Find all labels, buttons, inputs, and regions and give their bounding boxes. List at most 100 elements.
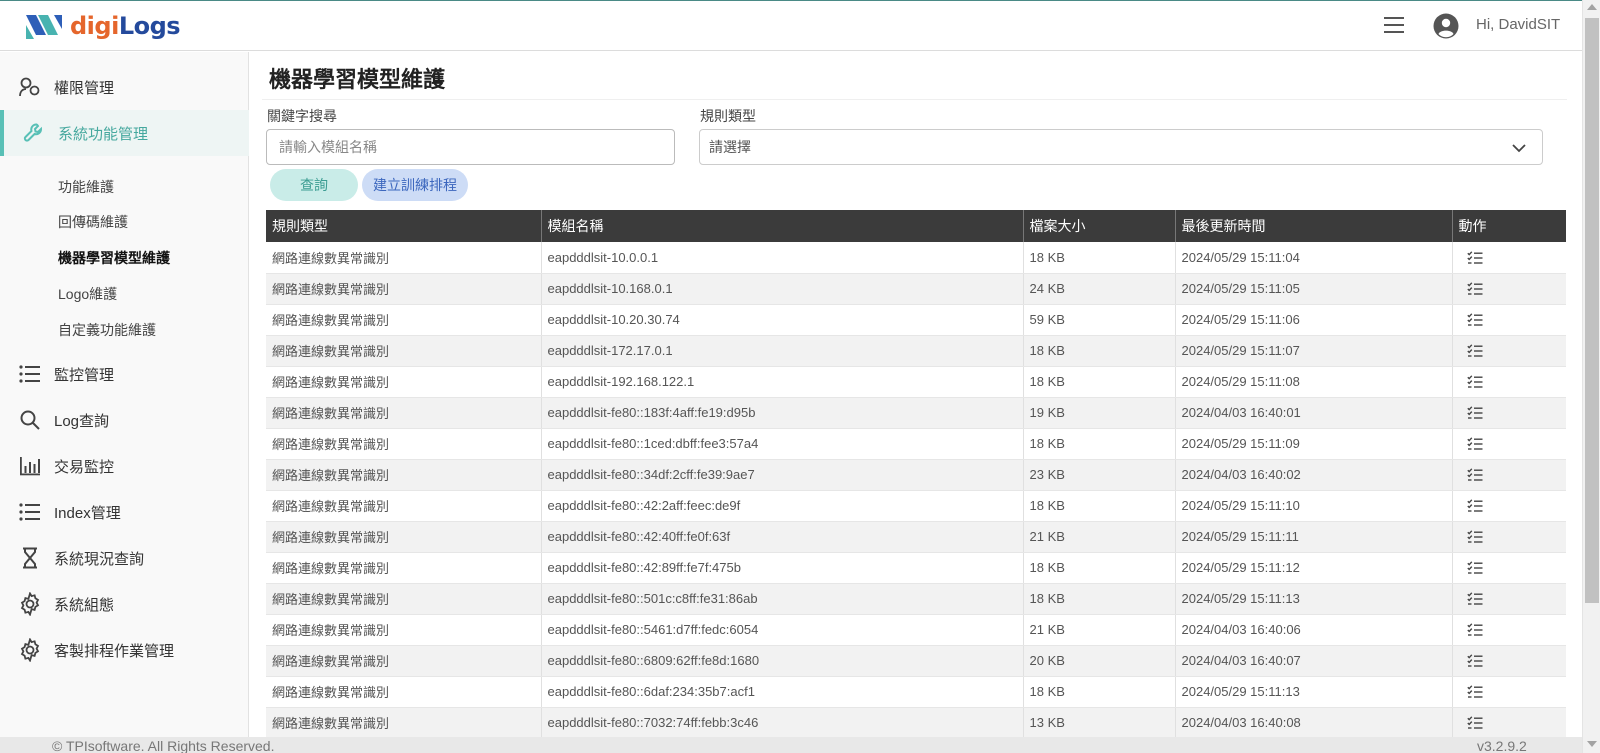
column-header-file-size[interactable]: 檔案大小 [1023, 210, 1176, 242]
checklist-icon[interactable] [1466, 499, 1483, 513]
cell-actions [1452, 428, 1566, 460]
table-row: 網路連線數異常識別 eapdddlsit-fe80::6809:62ff:fe8d… [266, 645, 1566, 677]
cell-rule-type: 網路連線數異常識別 [266, 614, 542, 646]
cell-last-updated: 2024/05/29 15:11:07 [1175, 335, 1453, 367]
cell-model-name: eapdddlsit-172.17.0.1 [541, 335, 1024, 367]
menu-toggle-icon[interactable] [1384, 17, 1404, 33]
checklist-icon[interactable] [1466, 623, 1483, 637]
cell-last-updated: 2024/05/29 15:11:12 [1175, 552, 1453, 584]
cell-last-updated: 2024/05/29 15:11:11 [1175, 521, 1453, 553]
model-table-container: 規則類型 模組名稱 檔案大小 最後更新時間 動作 網路連線數異常識別 eapddd… [266, 210, 1566, 737]
sub-item-custom-function[interactable]: 自定義功能維護 [58, 320, 156, 340]
cell-file-size: 18 KB [1023, 676, 1176, 708]
cell-last-updated: 2024/05/29 15:11:08 [1175, 366, 1453, 398]
checklist-icon[interactable] [1466, 344, 1483, 358]
checklist-icon[interactable] [1466, 654, 1483, 668]
table-row: 網路連線數異常識別 eapdddlsit-fe80::1ced:dbff:fee3… [266, 428, 1566, 460]
checklist-icon[interactable] [1466, 437, 1483, 451]
cell-last-updated: 2024/05/29 15:11:10 [1175, 490, 1453, 522]
footer: © TPIsoftware. All Rights Reserved. v3.2… [0, 737, 1582, 753]
sidebar-item-index[interactable]: Index管理 [0, 489, 249, 535]
cell-file-size: 18 KB [1023, 552, 1176, 584]
sidebar-item-system-functions[interactable]: 系統功能管理 [0, 110, 249, 156]
sidebar-item-monitoring[interactable]: 監控管理 [0, 351, 249, 397]
cell-model-name: eapdddlsit-fe80::5461:d7ff:fedc:6054 [541, 614, 1024, 646]
table-body: 網路連線數異常識別 eapdddlsit-10.0.0.1 18 KB 2024/05… [266, 242, 1566, 737]
cell-rule-type: 網路連線數異常識別 [266, 521, 542, 553]
sidebar-item-label: 交易監控 [54, 458, 115, 476]
column-header-last-updated[interactable]: 最後更新時間 [1175, 210, 1453, 242]
list-icon [19, 503, 40, 521]
sidebar-item-system-status[interactable]: 系統現況查詢 [0, 535, 249, 581]
page-scrollbar[interactable] [1582, 0, 1600, 753]
cell-actions [1452, 490, 1566, 522]
cell-last-updated: 2024/05/29 15:11:13 [1175, 583, 1453, 615]
checklist-icon[interactable] [1466, 375, 1483, 389]
cell-file-size: 21 KB [1023, 614, 1176, 646]
sub-item-logo[interactable]: Logo維護 [58, 284, 117, 304]
cell-rule-type: 網路連線數異常識別 [266, 676, 542, 708]
sidebar-item-custom-schedule[interactable]: 客製排程作業管理 [0, 627, 249, 673]
cell-model-name: eapdddlsit-10.0.0.1 [541, 242, 1024, 274]
sub-item-return-code[interactable]: 回傳碼維護 [58, 212, 128, 232]
column-header-model-name[interactable]: 模組名稱 [541, 210, 1024, 242]
logo[interactable]: digiLogs [24, 9, 181, 43]
scroll-down-arrow-icon[interactable] [1587, 741, 1597, 747]
logo-text: digiLogs [70, 12, 181, 40]
checklist-icon[interactable] [1466, 282, 1483, 296]
cell-model-name: eapdddlsit-fe80::501c:c8ff:fe31:86ab [541, 583, 1024, 615]
cell-last-updated: 2024/04/03 16:40:01 [1175, 397, 1453, 429]
rule-type-label: 規則類型 [700, 108, 756, 124]
sub-item-ml-model[interactable]: 機器學習模型維護 [58, 248, 170, 268]
checklist-icon[interactable] [1466, 406, 1483, 420]
table-row: 網路連線數異常識別 eapdddlsit-fe80::6daf:234:35b7:… [266, 676, 1566, 708]
scroll-up-arrow-icon[interactable] [1587, 4, 1597, 10]
cell-actions [1452, 366, 1566, 398]
cell-actions [1452, 583, 1566, 615]
checklist-icon[interactable] [1466, 561, 1483, 575]
checklist-icon[interactable] [1466, 685, 1483, 699]
cell-model-name: eapdddlsit-fe80::42:40ff:fe0f:63f [541, 521, 1024, 553]
app-header: digiLogs Hi, DavidSIT [0, 1, 1582, 51]
user-avatar-icon[interactable] [1433, 13, 1459, 39]
checklist-icon[interactable] [1466, 592, 1483, 606]
checklist-icon[interactable] [1466, 530, 1483, 544]
sub-item-function-maintenance[interactable]: 功能維護 [58, 177, 114, 197]
cell-rule-type: 網路連線數異常識別 [266, 366, 542, 398]
table-row: 網路連線數異常識別 eapdddlsit-fe80::5461:d7ff:fedc… [266, 614, 1566, 646]
cell-actions [1452, 676, 1566, 708]
gear-icon [20, 592, 40, 616]
sidebar-item-transaction-monitor[interactable]: 交易監控 [0, 443, 249, 489]
table-row: 網路連線數異常識別 eapdddlsit-fe80::183f:4aff:fe19… [266, 397, 1566, 429]
column-header-actions: 動作 [1452, 210, 1566, 242]
table-row: 網路連線數異常識別 eapdddlsit-172.17.0.1 18 KB 2024/… [266, 335, 1566, 367]
checklist-icon[interactable] [1466, 468, 1483, 482]
sidebar-item-label: 權限管理 [54, 79, 115, 97]
cell-rule-type: 網路連線數異常識別 [266, 273, 542, 305]
column-header-rule-type[interactable]: 規則類型 [266, 210, 542, 242]
cell-actions [1452, 273, 1566, 305]
sidebar-item-log-query[interactable]: Log查詢 [0, 397, 249, 443]
cell-file-size: 18 KB [1023, 583, 1176, 615]
rule-type-selected-value: 請選擇 [709, 139, 751, 155]
checklist-icon[interactable] [1466, 313, 1483, 327]
rule-type-select[interactable]: 請選擇 [699, 129, 1543, 165]
cell-last-updated: 2024/05/29 15:11:05 [1175, 273, 1453, 305]
checklist-icon[interactable] [1466, 716, 1483, 730]
keyword-search-input[interactable] [266, 129, 675, 165]
cell-model-name: eapdddlsit-fe80::7032:74ff:febb:3c46 [541, 707, 1024, 737]
cell-actions [1452, 459, 1566, 491]
create-training-schedule-button[interactable]: 建立訓練排程 [362, 169, 468, 201]
main-content: 機器學習模型維護 關鍵字搜尋 規則類型 請選擇 查詢 建立訓練排程 規則類型 模… [250, 52, 1582, 737]
cell-rule-type: 網路連線數異常識別 [266, 583, 542, 615]
checklist-icon[interactable] [1466, 251, 1483, 265]
cell-actions [1452, 552, 1566, 584]
sidebar-item-permissions[interactable]: 權限管理 [0, 64, 249, 110]
sidebar-item-system-config[interactable]: 系統組態 [0, 581, 249, 627]
user-greeting[interactable]: Hi, DavidSIT [1476, 16, 1560, 33]
query-button[interactable]: 查詢 [270, 169, 358, 201]
scroll-thumb[interactable] [1585, 18, 1599, 603]
cell-rule-type: 網路連線數異常識別 [266, 397, 542, 429]
title-divider [262, 99, 1567, 100]
cell-actions [1452, 521, 1566, 553]
